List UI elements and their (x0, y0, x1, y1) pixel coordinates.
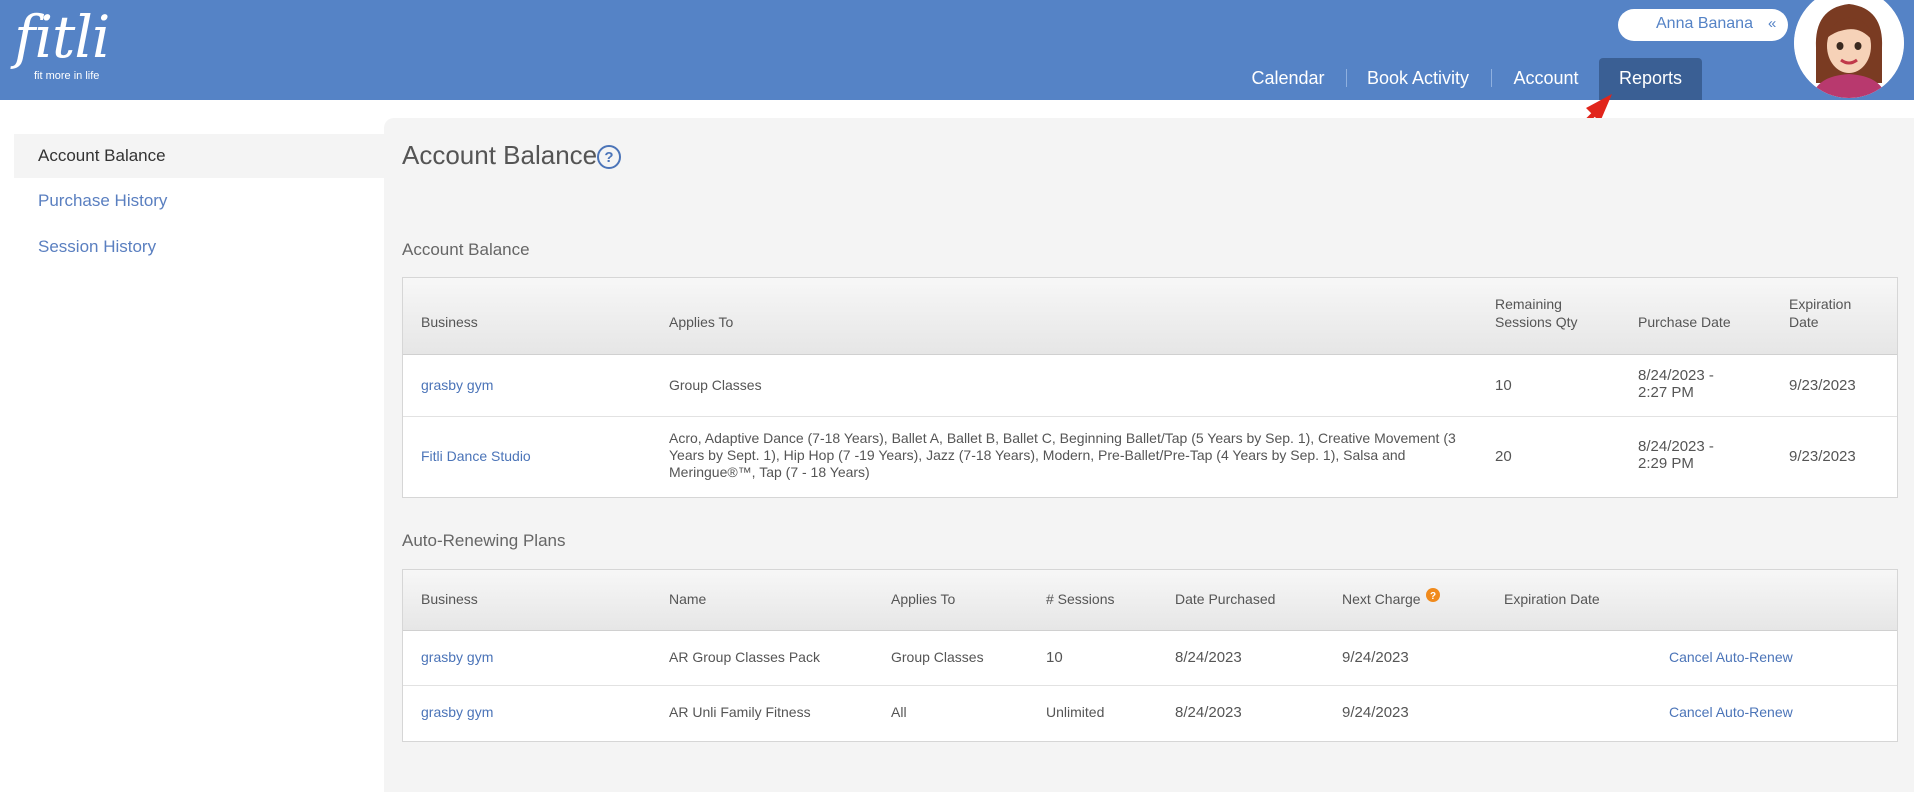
purchase-date-line2: 2:27 PM (1638, 384, 1694, 401)
col-remaining-line2: Sessions Qty (1495, 314, 1578, 330)
cancel-auto-renew-link[interactable]: Cancel Auto-Renew (1669, 704, 1793, 721)
account-balance-section-title: Account Balance (402, 240, 530, 259)
applies-to-cell: Group Classes (891, 649, 984, 665)
business-link[interactable]: grasby gym (421, 649, 493, 666)
cancel-auto-renew-link[interactable]: Cancel Auto-Renew (1669, 649, 1793, 666)
col-sessions: # Sessions (1046, 591, 1115, 607)
table-row: grasby gym AR Group Classes Pack Group C… (403, 631, 1897, 686)
remaining-cell: 10 (1495, 377, 1512, 394)
col-purchase-date: Purchase Date (1638, 314, 1731, 330)
remaining-cell: 20 (1495, 448, 1512, 465)
col-business: Business (421, 591, 478, 607)
table-header: Business Applies To Remaining Sessions Q… (403, 278, 1897, 355)
col-business: Business (421, 314, 478, 330)
plan-name-cell: AR Group Classes Pack (669, 649, 820, 665)
sidebar-item-purchase-history[interactable]: Purchase History (14, 179, 384, 223)
next-charge-cell: 9/24/2023 (1342, 704, 1409, 721)
col-date-purchased: Date Purchased (1175, 591, 1276, 607)
date-purchased-cell: 8/24/2023 (1175, 704, 1242, 721)
logo-tagline: fit more in life (34, 70, 100, 82)
expiration-cell: 9/23/2023 (1789, 448, 1856, 465)
svg-text:?: ? (1430, 591, 1436, 602)
col-expiration-line2: Date (1789, 314, 1819, 330)
table-row: grasby gym AR Unli Family Fitness All Un… (403, 686, 1897, 741)
sessions-cell: Unlimited (1046, 704, 1105, 720)
question-circle-icon[interactable]: ? (596, 144, 622, 170)
double-chevron-down-icon: « (1768, 15, 1777, 32)
table-row: Fitli Dance Studio Acro, Adaptive Dance … (403, 417, 1897, 497)
sessions-cell: 10 (1046, 649, 1063, 666)
top-header: fitli fit more in life Anna Banana « Cal… (0, 0, 1914, 100)
col-expiration-date: Expiration Date (1504, 591, 1600, 607)
next-charge-cell: 9/24/2023 (1342, 649, 1409, 666)
purchase-date-line1: 8/24/2023 - (1638, 367, 1714, 384)
auto-renewing-section-title: Auto-Renewing Plans (402, 531, 566, 550)
logo-word: fitli (14, 3, 110, 71)
table-header: Business Name Applies To # Sessions Date… (403, 570, 1897, 631)
auto-renewing-table: Business Name Applies To # Sessions Date… (402, 569, 1898, 742)
col-expiration-line1: Expiration (1789, 296, 1852, 312)
business-link[interactable]: Fitli Dance Studio (421, 448, 531, 465)
info-badge-icon[interactable]: ? (1426, 588, 1440, 602)
expiration-cell: 9/23/2023 (1789, 377, 1856, 394)
applies-to-cell: Group Classes (669, 377, 762, 393)
user-name: Anna Banana (1656, 15, 1753, 32)
user-avatar[interactable] (1794, 0, 1904, 98)
page-title: Account Balance (402, 140, 598, 170)
nav-divider (1346, 69, 1347, 87)
account-balance-table: Business Applies To Remaining Sessions Q… (402, 277, 1898, 498)
col-remaining-line1: Remaining (1495, 296, 1562, 312)
sidebar-item-account-balance[interactable]: Account Balance (14, 134, 384, 178)
purchase-date-line1: 8/24/2023 - (1638, 438, 1714, 455)
nav-book-activity[interactable]: Book Activity (1354, 58, 1482, 100)
col-name: Name (669, 591, 707, 607)
nav-divider (1491, 69, 1492, 87)
table-row: grasby gym Group Classes 10 8/24/2023 - … (403, 355, 1897, 417)
col-applies-to: Applies To (891, 591, 956, 607)
applies-to-cell: All (891, 704, 907, 720)
date-purchased-cell: 8/24/2023 (1175, 649, 1242, 666)
plan-name-cell: AR Unli Family Fitness (669, 704, 811, 720)
svg-text:?: ? (604, 149, 613, 166)
user-menu-button[interactable]: Anna Banana « (1618, 9, 1788, 41)
main-content: Account Balance ? Account Balance Busine… (384, 118, 1914, 792)
nav-calendar[interactable]: Calendar (1236, 58, 1340, 100)
business-link[interactable]: grasby gym (421, 704, 493, 721)
business-link[interactable]: grasby gym (421, 377, 493, 394)
applies-to-cell: Acro, Adaptive Dance (7-18 Years), Balle… (669, 430, 1456, 480)
purchase-date-line2: 2:29 PM (1638, 455, 1694, 472)
col-next-charge: Next Charge (1342, 591, 1421, 607)
sidebar-item-session-history[interactable]: Session History (14, 225, 384, 269)
col-applies-to: Applies To (669, 314, 734, 330)
fitli-logo[interactable]: fitli fit more in life (14, 3, 110, 82)
